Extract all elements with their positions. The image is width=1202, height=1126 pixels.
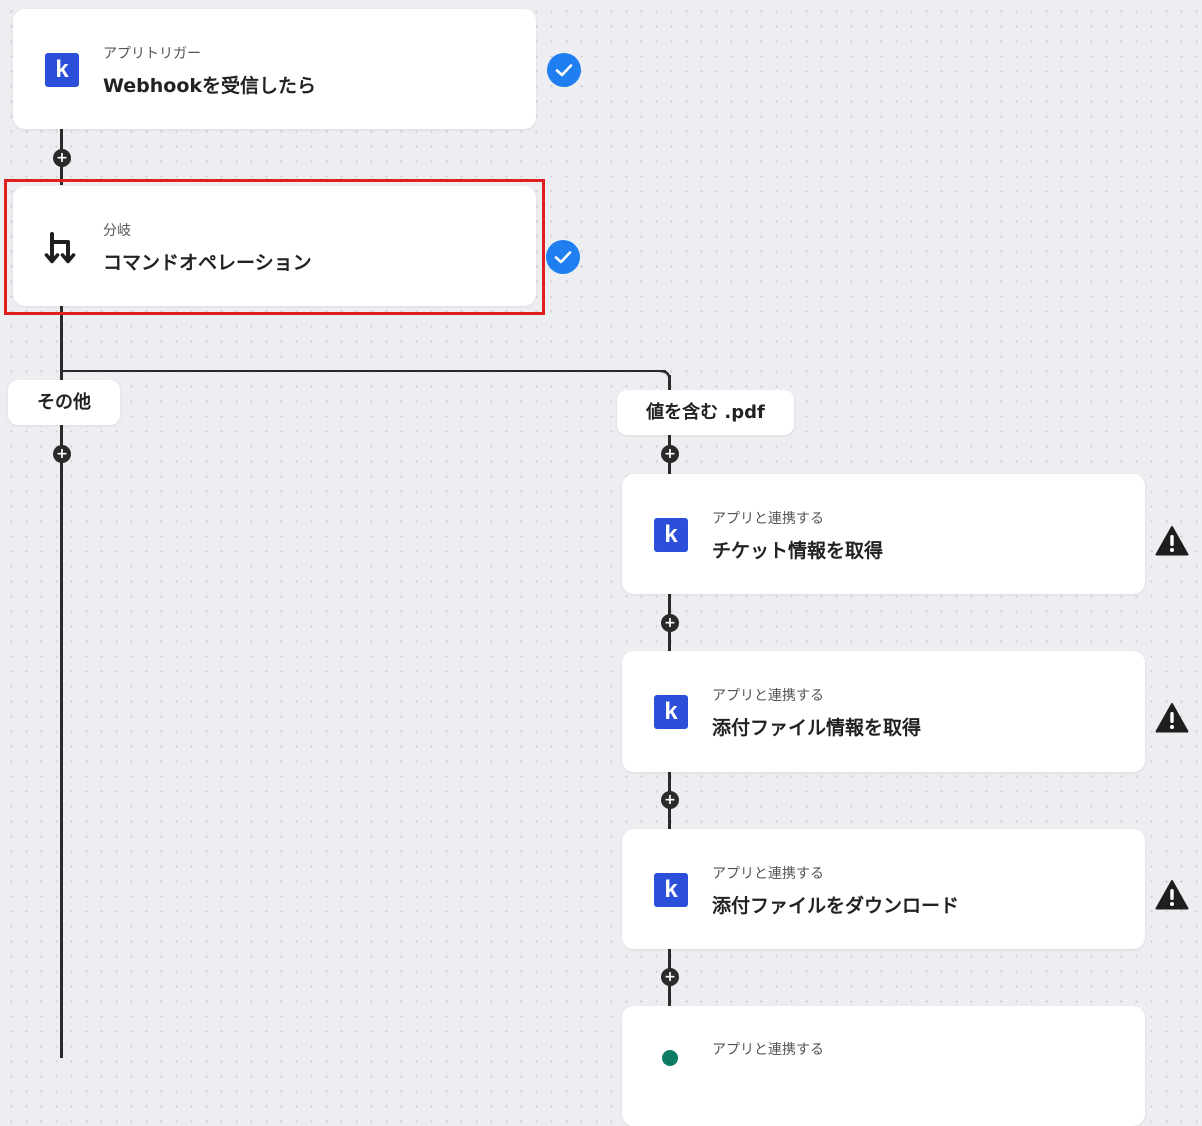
step-title: コマンドオペレーション xyxy=(103,252,312,274)
step-type-label: アプリと連携する xyxy=(712,1042,824,1058)
step-title: 添付ファイル情報を取得 xyxy=(712,717,922,739)
step-type-label: アプリトリガー xyxy=(103,46,201,62)
k-app-icon: k xyxy=(654,695,688,729)
download-attachment-step-card[interactable]: k アプリと連携する 添付ファイルをダウンロード xyxy=(622,829,1145,949)
branch-split-line xyxy=(60,370,666,372)
check-icon xyxy=(546,240,580,274)
branch-label-contains[interactable]: 値を含む .pdf xyxy=(617,390,794,435)
step-type-label: アプリと連携する xyxy=(712,511,824,527)
add-step-button[interactable]: + xyxy=(53,149,71,167)
branch-icon xyxy=(43,230,79,266)
step-type-label: アプリと連携する xyxy=(712,688,824,704)
k-app-icon: k xyxy=(45,53,79,87)
warning-icon xyxy=(1155,702,1189,734)
check-icon xyxy=(547,53,581,87)
add-step-button[interactable]: + xyxy=(53,445,71,463)
step-title: チケット情報を取得 xyxy=(712,540,884,562)
branch-label-other[interactable]: その他 xyxy=(8,380,120,425)
branch-step-card[interactable]: 分岐 コマンドオペレーション xyxy=(13,186,536,306)
warning-icon xyxy=(1155,879,1189,911)
trigger-step-card[interactable]: k アプリトリガー Webhookを受信したら xyxy=(13,9,536,129)
add-step-button[interactable]: + xyxy=(661,968,679,986)
step-type-label: 分岐 xyxy=(103,223,131,239)
add-step-button[interactable]: + xyxy=(661,791,679,809)
step-title: 添付ファイルをダウンロード xyxy=(712,895,960,917)
k-app-icon: k xyxy=(654,518,688,552)
get-ticket-step-card[interactable]: k アプリと連携する チケット情報を取得 xyxy=(622,474,1145,594)
k-app-icon: k xyxy=(654,873,688,907)
add-step-button[interactable]: + xyxy=(661,445,679,463)
step-type-label: アプリと連携する xyxy=(712,866,824,882)
step-title: Webhookを受信したら xyxy=(103,75,317,97)
next-step-card[interactable]: アプリと連携する xyxy=(622,1006,1145,1126)
warning-icon xyxy=(1155,525,1189,557)
get-attachment-step-card[interactable]: k アプリと連携する 添付ファイル情報を取得 xyxy=(622,651,1145,772)
branch-corner xyxy=(660,370,671,381)
add-step-button[interactable]: + xyxy=(661,614,679,632)
green-app-icon xyxy=(662,1050,678,1066)
